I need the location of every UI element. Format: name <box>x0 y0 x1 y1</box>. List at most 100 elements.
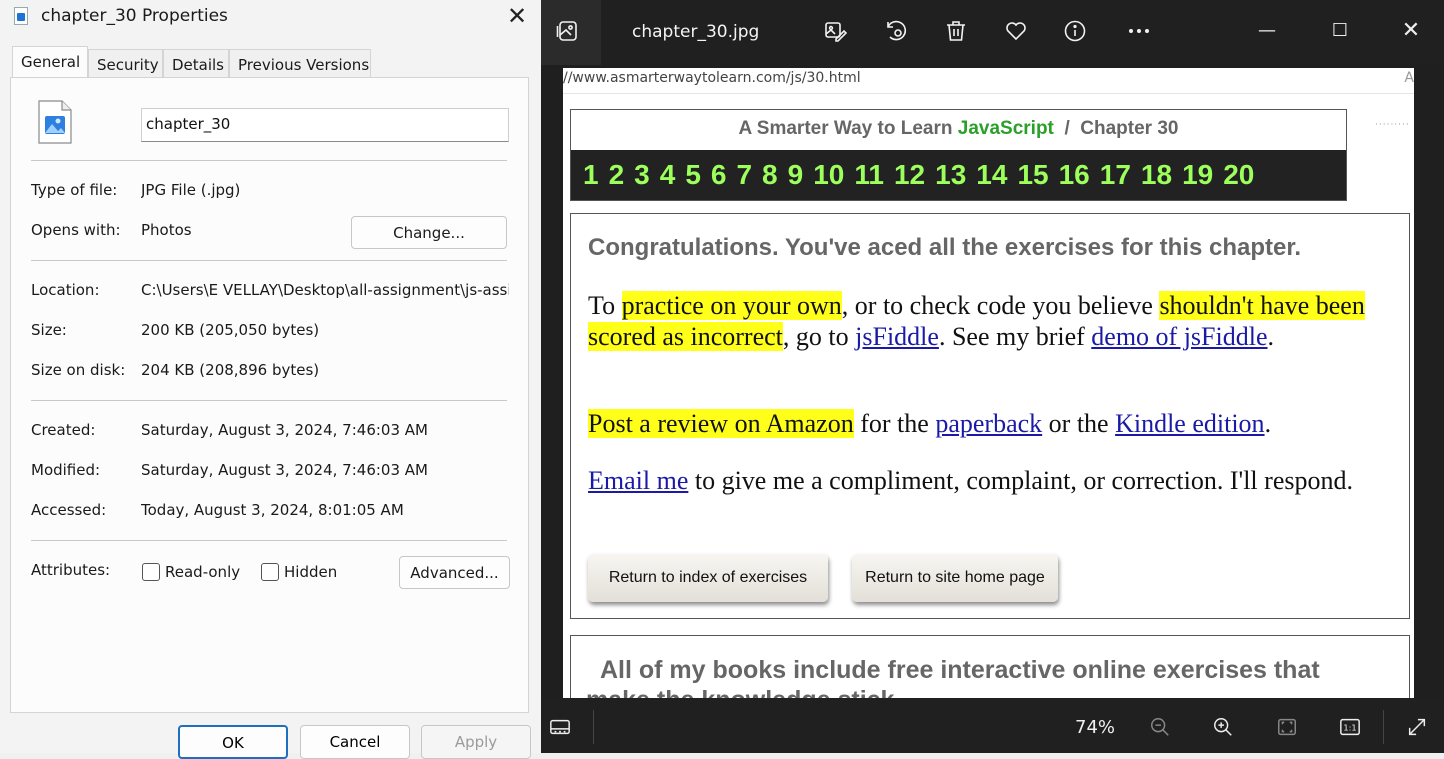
chapter-link-8[interactable]: 8 <box>762 159 778 191</box>
divider <box>1383 710 1384 744</box>
size-on-disk-label: Size on disk: <box>31 361 126 379</box>
location-value: C:\Users\E VELLAY\Desktop\all-assignment… <box>141 281 509 299</box>
readonly-checkbox[interactable] <box>142 563 160 581</box>
close-icon[interactable]: ✕ <box>1391 16 1431 46</box>
accessed-label: Accessed: <box>31 501 107 519</box>
hidden-label: Hidden <box>284 563 338 581</box>
tab-previous-versions[interactable]: Previous Versions <box>229 49 371 77</box>
email-paragraph: Email me to give me a compliment, compla… <box>588 466 1353 495</box>
accessed-value: Today, August 3, 2024, 8:01:05 AM <box>141 501 404 519</box>
size-value: 200 KB (205,050 bytes) <box>141 321 320 339</box>
dialog-title: chapter_30 Properties <box>41 6 228 26</box>
favorite-icon[interactable] <box>1001 16 1031 46</box>
ok-button[interactable]: OK <box>178 725 288 759</box>
kindle-link[interactable]: Kindle edition <box>1115 409 1264 438</box>
created-label: Created: <box>31 421 96 439</box>
minimize-icon[interactable]: — <box>1247 16 1287 46</box>
readonly-label: Read-only <box>165 563 241 581</box>
chapter-link-4[interactable]: 4 <box>660 159 676 191</box>
tab-general[interactable]: General <box>12 46 88 77</box>
divider <box>593 710 594 744</box>
tab-details[interactable]: Details <box>163 49 229 77</box>
dialog-titlebar: chapter_30 Properties ✕ <box>0 0 541 34</box>
viewer-toolbar: chapter_30.jpg — ☐ ✕ <box>541 0 1444 65</box>
chapter-link-10[interactable]: 10 <box>813 159 844 191</box>
separator <box>31 540 507 541</box>
books-line-1: All of my books include free interactive… <box>600 656 1320 684</box>
chapter-link-18[interactable]: 18 <box>1141 159 1172 191</box>
chapter-link-2[interactable]: 2 <box>609 159 625 191</box>
email-link[interactable]: Email me <box>588 466 688 495</box>
opens-value: Photos <box>141 221 192 239</box>
delete-icon[interactable] <box>941 16 971 46</box>
attributes-label: Attributes: <box>31 561 111 579</box>
jsfiddle-link[interactable]: jsFiddle <box>855 322 939 351</box>
opens-label: Opens with: <box>31 221 121 239</box>
created-value: Saturday, August 3, 2024, 7:46:03 AM <box>141 421 428 439</box>
chapter-link-9[interactable]: 9 <box>788 159 804 191</box>
more-icon[interactable] <box>1124 16 1154 46</box>
zoom-level: 74% <box>1075 717 1116 738</box>
separator <box>31 160 507 161</box>
chapter-link-17[interactable]: 17 <box>1100 159 1131 191</box>
tab-security[interactable]: Security <box>88 49 163 77</box>
properties-dialog: chapter_30 Properties ✕ General Security… <box>0 0 541 759</box>
modified-label: Modified: <box>31 461 101 479</box>
chapter-link-11[interactable]: 11 <box>854 159 884 191</box>
practice-paragraph: To practice on your own, or to check cod… <box>588 291 1365 351</box>
size-on-disk-value: 204 KB (208,896 bytes) <box>141 361 320 379</box>
filename-field[interactable]: chapter_30 <box>141 108 509 142</box>
svg-text:1:1: 1:1 <box>1343 723 1356 733</box>
maximize-icon[interactable]: ☐ <box>1320 16 1360 46</box>
review-paragraph: Post a review on Amazon for the paperbac… <box>588 409 1272 438</box>
type-label: Type of file: <box>31 181 118 199</box>
chapter-link-12[interactable]: 12 <box>894 159 925 191</box>
info-icon[interactable] <box>1060 16 1090 46</box>
gallery-icon <box>553 16 583 46</box>
return-home-button[interactable]: Return to site home page <box>852 554 1058 602</box>
chapter-link-6[interactable]: 6 <box>711 159 727 191</box>
chapter-link-5[interactable]: 5 <box>685 159 701 191</box>
chapter-link-7[interactable]: 7 <box>736 159 752 191</box>
separator <box>31 400 507 401</box>
gallery-button[interactable] <box>541 0 601 65</box>
type-value: JPG File (.jpg) <box>141 181 241 199</box>
cancel-button[interactable]: Cancel <box>300 725 410 759</box>
separator <box>31 260 507 261</box>
demo-jsfiddle-link[interactable]: demo of jsFiddle <box>1091 322 1267 351</box>
zoom-in-icon[interactable] <box>1210 714 1236 740</box>
displayed-image: //www.asmarterwaytolearn.com/js/30.html … <box>563 68 1414 698</box>
jpg-file-icon <box>38 100 72 144</box>
edit-image-icon[interactable] <box>820 16 850 46</box>
change-button[interactable]: Change... <box>351 216 507 249</box>
image-url-right: A <box>1404 70 1414 86</box>
advanced-button[interactable]: Advanced... <box>399 556 510 589</box>
file-image-icon <box>14 7 28 25</box>
apply-button[interactable]: Apply <box>421 725 531 759</box>
congrats-heading: Congratulations. You've aced all the exe… <box>588 234 1302 261</box>
hidden-checkbox[interactable] <box>261 563 279 581</box>
close-icon[interactable]: ✕ <box>503 2 531 30</box>
fullscreen-icon[interactable] <box>1404 714 1430 740</box>
books-line-2: make the knowledge stick <box>586 686 894 698</box>
chapter-link-15[interactable]: 15 <box>1017 159 1048 191</box>
fit-icon[interactable] <box>1274 714 1300 740</box>
chapter-header: A Smarter Way to Learn JavaScript / Chap… <box>570 109 1347 201</box>
chapter-link-19[interactable]: 19 <box>1182 159 1213 191</box>
chapter-link-14[interactable]: 14 <box>976 159 1007 191</box>
chapter-link-13[interactable]: 13 <box>935 159 966 191</box>
chapter-link-20[interactable]: 20 <box>1223 159 1254 191</box>
size-label: Size: <box>31 321 67 339</box>
actual-size-icon[interactable]: 1:1 <box>1337 714 1363 740</box>
paperback-link[interactable]: paperback <box>935 409 1042 438</box>
congrats-box: Congratulations. You've aced all the exe… <box>570 213 1410 619</box>
decorative-dots: ········· <box>1375 120 1410 130</box>
chapter-link-3[interactable]: 3 <box>634 159 650 191</box>
return-index-button[interactable]: Return to index of exercises <box>588 554 828 602</box>
viewer-bottombar: 74% 1:1 <box>541 698 1444 753</box>
chapter-link-16[interactable]: 16 <box>1059 159 1090 191</box>
filmstrip-icon[interactable] <box>547 714 573 740</box>
chapter-link-1[interactable]: 1 <box>583 159 599 191</box>
rotate-icon[interactable] <box>881 16 911 46</box>
zoom-out-icon[interactable] <box>1147 714 1173 740</box>
